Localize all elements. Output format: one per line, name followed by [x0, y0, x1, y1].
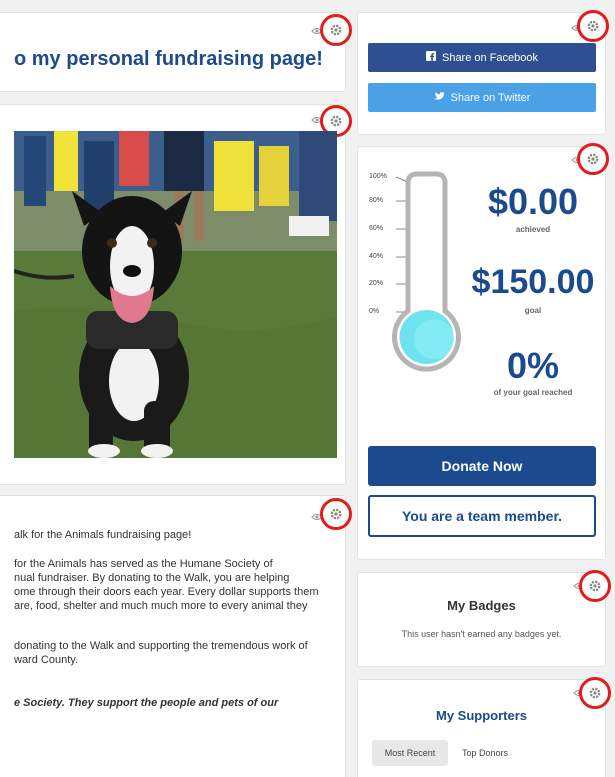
- photo-panel: [0, 104, 352, 485]
- dog-photo: [14, 131, 337, 458]
- story-line: ward County.: [14, 654, 78, 666]
- gear-icon[interactable]: [577, 143, 609, 175]
- story-panel: alk for the Animals fundraising page! fo…: [0, 495, 352, 777]
- achieved-label: achieved: [515, 225, 551, 234]
- supporters-title: My Supporters: [435, 708, 527, 723]
- goal-label: goal: [524, 306, 542, 315]
- story-line: ome through their doors each year. Every…: [14, 586, 319, 598]
- scale-label: 100%: [369, 173, 387, 180]
- goal-amount: $150.00: [471, 263, 595, 301]
- gear-icon[interactable]: [579, 677, 611, 709]
- story-line: nual fundraiser. By donating to the Walk…: [14, 572, 290, 584]
- story-line: alk for the Animals fundraising page!: [14, 529, 192, 541]
- team-member-button[interactable]: You are a team member.: [368, 495, 596, 537]
- share-twitter-label: Share on Twitter: [450, 91, 531, 104]
- scale-label: 0%: [369, 308, 380, 315]
- badges-panel: My Badges This user hasn't earned any ba…: [357, 570, 611, 667]
- gear-icon[interactable]: [577, 10, 609, 42]
- story-line: are, food, shelter and much much more to…: [14, 600, 308, 612]
- share-twitter-button[interactable]: Share on Twitter: [368, 83, 596, 112]
- twitter-icon: [433, 91, 445, 104]
- percent-reached: 0%: [506, 345, 560, 386]
- scale-label: 20%: [369, 280, 384, 287]
- progress-panel: 100% 80% 60% 40% 20% 0% $0.00 achieved $…: [357, 143, 609, 560]
- tab-top-donors[interactable]: Top Donors: [454, 740, 516, 766]
- percent-label: of your goal reached: [493, 388, 573, 397]
- share-facebook-button[interactable]: Share on Facebook: [368, 43, 596, 72]
- tab-most-recent[interactable]: Most Recent: [372, 740, 448, 766]
- facebook-icon: [425, 51, 436, 64]
- donate-now-button[interactable]: Donate Now: [368, 446, 596, 486]
- scale-label: 60%: [369, 225, 384, 232]
- story-line: for the Animals has served as the Humane…: [14, 558, 273, 570]
- welcome-title: o my personal fundraising page!: [14, 48, 323, 70]
- share-facebook-label: Share on Facebook: [441, 51, 538, 64]
- gear-icon[interactable]: [320, 14, 352, 46]
- scale-label: 40%: [369, 253, 384, 260]
- story-line: e Society. They support the people and p…: [14, 697, 279, 709]
- achieved-amount: $0.00: [487, 181, 579, 222]
- story-line: donating to the Walk and supporting the …: [14, 640, 308, 652]
- thermometer-graphic: [392, 171, 461, 372]
- badges-title: My Badges: [447, 598, 516, 613]
- share-panel: Share on Facebook Share on Twitter: [357, 10, 609, 135]
- badges-empty-text: This user hasn't earned any badges yet.: [401, 629, 562, 639]
- gear-icon[interactable]: [320, 498, 352, 530]
- scale-label: 80%: [369, 197, 384, 204]
- welcome-panel: o my personal fundraising page!: [0, 12, 352, 92]
- supporters-panel: My Supporters Most Recent Top Donors: [357, 677, 611, 777]
